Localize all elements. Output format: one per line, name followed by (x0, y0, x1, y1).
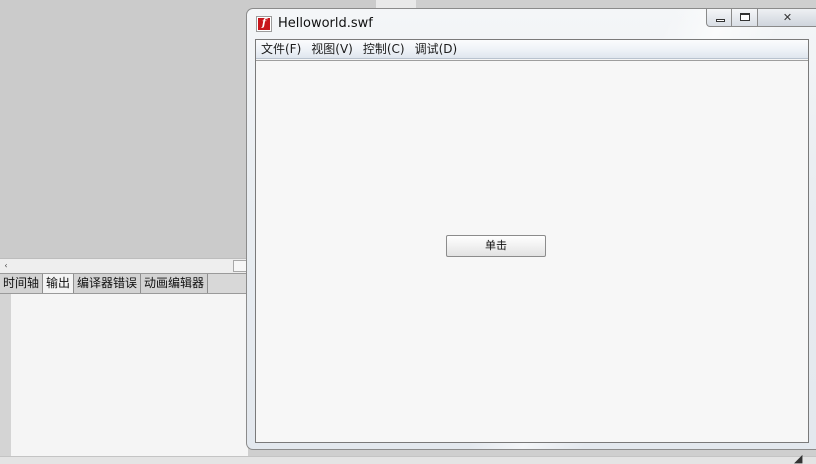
ide-stage-edge (376, 0, 416, 8)
flash-player-icon: f (256, 16, 272, 32)
tab-motion-editor[interactable]: 动画编辑器 (141, 274, 209, 293)
maximize-button[interactable] (732, 9, 758, 27)
tab-output[interactable]: 输出 (43, 274, 75, 293)
close-icon: ✕ (782, 11, 793, 24)
minimize-icon (716, 19, 725, 22)
scrollbar-thumb[interactable] (233, 260, 247, 272)
window-title: Helloworld.swf (278, 16, 373, 31)
menu-control[interactable]: 控制(C) (358, 40, 410, 58)
ide-panel-left-edge (0, 294, 11, 456)
resize-grip-icon[interactable]: ◢ (794, 453, 806, 464)
click-button[interactable]: 单击 (446, 235, 546, 257)
output-panel[interactable] (11, 294, 248, 456)
ide-panel-tabs: 时间轴 输出 编译器错误 动画编辑器 (0, 273, 248, 294)
swf-player-window: f Helloworld.swf ✕ 文件(F) 视图(V) 控制(C) 调试(… (246, 8, 816, 450)
ide-status-bar (0, 456, 816, 464)
tab-timeline[interactable]: 时间轴 (0, 274, 44, 293)
window-titlebar[interactable]: f Helloworld.swf ✕ (247, 9, 816, 39)
menu-debug[interactable]: 调试(D) (410, 40, 463, 58)
close-button[interactable]: ✕ (758, 9, 816, 27)
scroll-left-arrow-icon[interactable]: ‹ (1, 259, 11, 273)
player-menubar: 文件(F) 视图(V) 控制(C) 调试(D) (256, 40, 808, 59)
tab-compiler-errors[interactable]: 编译器错误 (74, 274, 142, 293)
flash-logo-glyph: f (258, 18, 270, 30)
ide-horizontal-scrollbar[interactable]: ‹ (0, 258, 248, 273)
window-controls: ✕ (706, 9, 816, 29)
player-client-area: 文件(F) 视图(V) 控制(C) 调试(D) 单击 (255, 39, 809, 443)
menu-view[interactable]: 视图(V) (306, 40, 358, 58)
menu-file[interactable]: 文件(F) (256, 40, 306, 58)
maximize-icon (740, 13, 750, 21)
swf-stage: 单击 (256, 60, 808, 442)
minimize-button[interactable] (706, 9, 732, 27)
